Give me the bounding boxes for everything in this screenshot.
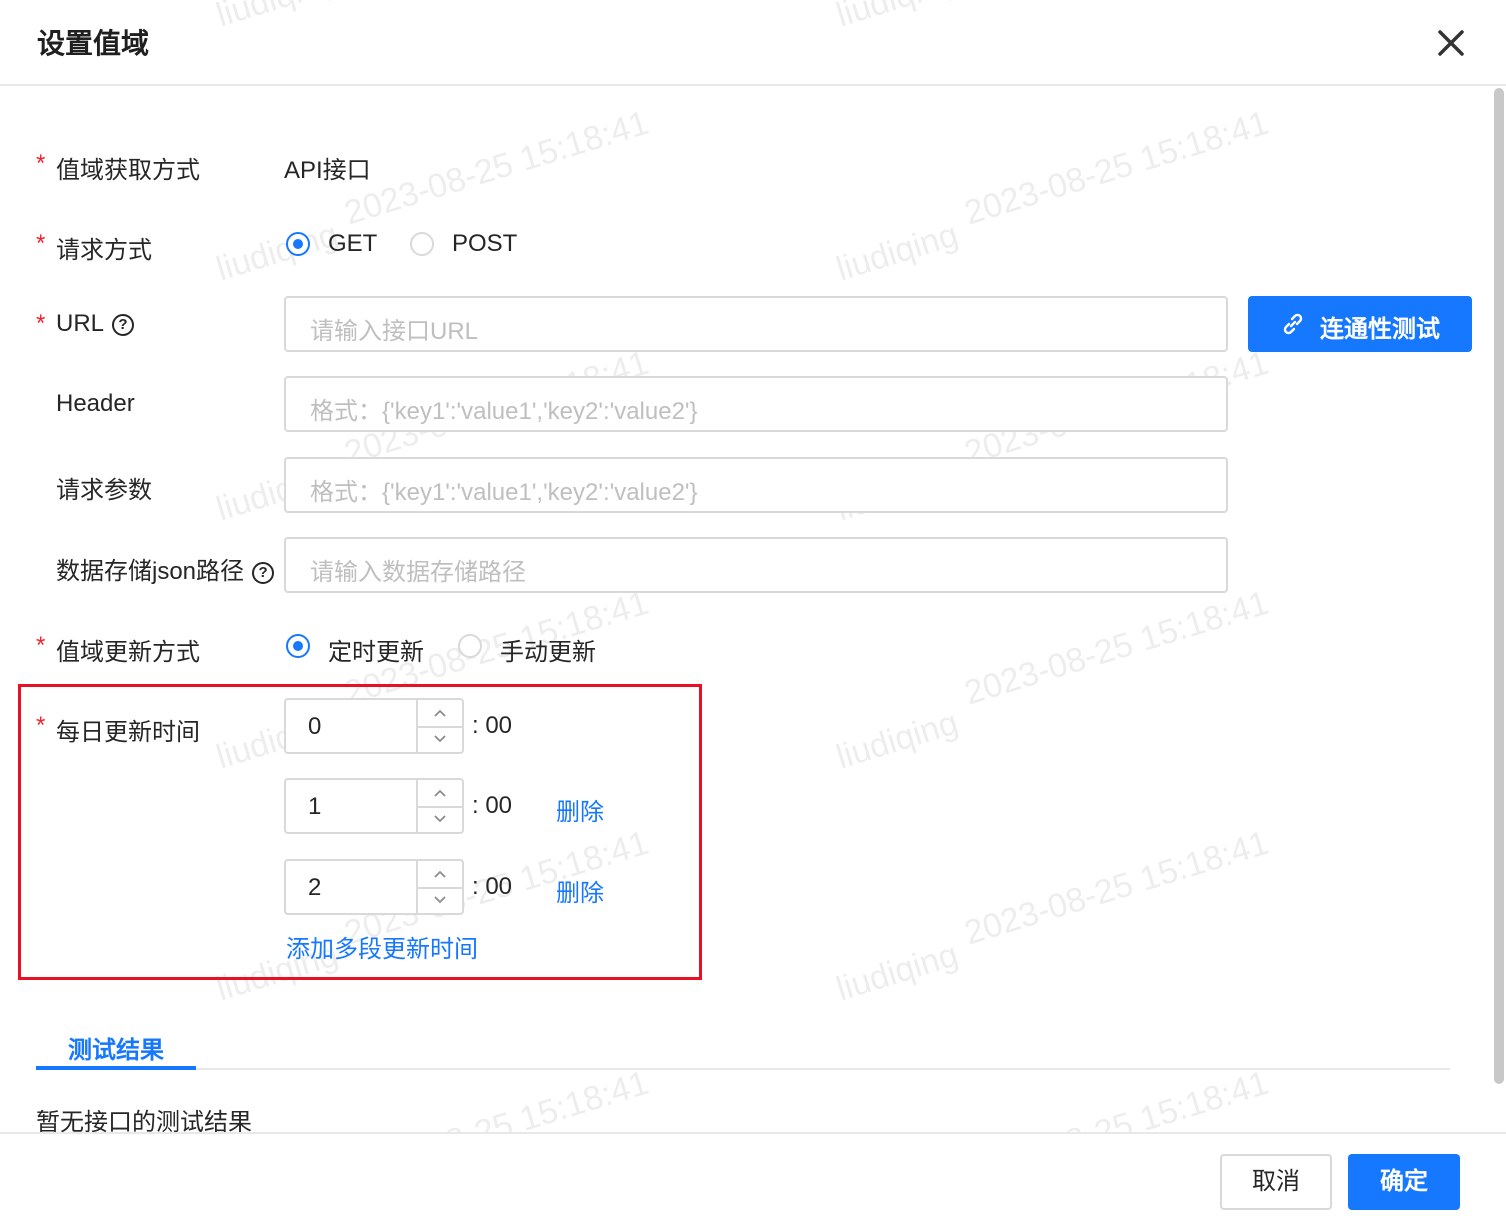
stepper-handle xyxy=(416,780,462,832)
watermark-text: liudiqing xyxy=(212,215,343,289)
link-icon xyxy=(1283,313,1303,335)
connectivity-test-label: 连通性测试 xyxy=(1320,316,1440,343)
watermark-text: liudiqing xyxy=(832,703,963,777)
radio-manual[interactable] xyxy=(458,634,482,658)
required-mark: * xyxy=(36,632,46,659)
source-value: API接口 xyxy=(284,157,371,184)
chevron-down-icon[interactable] xyxy=(418,806,462,832)
connectivity-test-button[interactable]: 连通性测试 xyxy=(1248,296,1472,352)
minute-suffix: : 00 xyxy=(472,712,513,739)
watermark-text: liudiqing xyxy=(832,215,963,289)
cancel-button[interactable]: 取消 xyxy=(1220,1154,1332,1210)
params-placeholder: 格式：{'key1':'value1','key2':'value2'} xyxy=(310,479,698,506)
delete-link[interactable]: 删除 xyxy=(556,873,604,908)
watermark-text: 2023-08-25 15:18:41 xyxy=(340,103,654,233)
minute-suffix: : 00 xyxy=(472,873,513,900)
radio-scheduled[interactable] xyxy=(286,634,310,658)
chevron-down-icon[interactable] xyxy=(418,887,462,913)
url-placeholder: 请输入接口URL xyxy=(310,318,479,345)
required-mark: * xyxy=(36,150,46,177)
update-time-label: 每日更新时间 xyxy=(56,719,200,746)
ok-button[interactable]: 确定 xyxy=(1348,1154,1460,1210)
tab-test-result-label: 测试结果 xyxy=(68,1037,164,1064)
json-path-label: 数据存储json路径? xyxy=(56,551,275,586)
hour-value[interactable]: 2 xyxy=(308,874,321,902)
question-circle-icon[interactable]: ? xyxy=(252,562,275,584)
url-label: URL? xyxy=(56,310,135,338)
add-update-time-link[interactable]: 添加多段更新时间 xyxy=(286,929,478,964)
radio-get[interactable] xyxy=(286,232,310,256)
required-mark: * xyxy=(36,230,46,257)
watermark-text: liudiqing xyxy=(832,935,963,1009)
watermark-text: 2023-08-25 15:18:41 xyxy=(960,823,1274,953)
dialog-header: 设置值域 xyxy=(0,0,1506,86)
hour-stepper[interactable]: 1 xyxy=(284,778,464,834)
chevron-up-icon[interactable] xyxy=(418,780,462,808)
method-label: 请求方式 xyxy=(56,237,152,264)
header-placeholder: 格式：{'key1':'value1','key2':'value2'} xyxy=(310,398,698,425)
tab-test-result[interactable]: 测试结果 xyxy=(36,1028,196,1070)
source-label: 值域获取方式 xyxy=(56,157,200,184)
dialog-title: 设置值域 xyxy=(37,28,150,59)
radio-post-label[interactable]: POST xyxy=(452,230,517,258)
params-label: 请求参数 xyxy=(56,477,152,504)
radio-post[interactable] xyxy=(410,232,434,256)
json-path-placeholder: 请输入数据存储路径 xyxy=(310,559,526,586)
radio-get-label[interactable]: GET xyxy=(328,230,377,258)
params-input[interactable]: 格式：{'key1':'value1','key2':'value2'} xyxy=(284,457,1228,513)
stepper-handle xyxy=(416,700,462,752)
stepper-handle xyxy=(416,861,462,913)
close-icon[interactable] xyxy=(1432,24,1470,62)
header-input[interactable]: 格式：{'key1':'value1','key2':'value2'} xyxy=(284,376,1228,432)
chevron-up-icon[interactable] xyxy=(418,700,462,728)
chevron-up-icon[interactable] xyxy=(418,861,462,889)
delete-link[interactable]: 删除 xyxy=(556,792,604,827)
minute-suffix: : 00 xyxy=(472,792,513,819)
hour-stepper[interactable]: 0 xyxy=(284,698,464,754)
hour-stepper[interactable]: 2 xyxy=(284,859,464,915)
chevron-down-icon[interactable] xyxy=(418,726,462,752)
scrollbar-thumb[interactable] xyxy=(1494,88,1504,1084)
required-mark: * xyxy=(36,712,46,739)
watermark-text: 2023-08-25 15:18:41 xyxy=(960,583,1274,713)
radio-manual-label[interactable]: 手动更新 xyxy=(500,632,596,667)
url-label-text: URL xyxy=(56,310,105,337)
update-mode-label: 值域更新方式 xyxy=(56,639,200,666)
hour-value[interactable]: 0 xyxy=(308,713,321,741)
tab-divider xyxy=(36,1068,1450,1070)
question-circle-icon[interactable]: ? xyxy=(112,314,135,336)
json-path-input[interactable]: 请输入数据存储路径 xyxy=(284,537,1228,593)
url-input[interactable]: 请输入接口URL xyxy=(284,296,1228,352)
watermark-text: 2023-08-25 15:18:41 xyxy=(960,103,1274,233)
required-mark: * xyxy=(36,310,46,337)
json-path-label-text: 数据存储json路径 xyxy=(56,558,245,585)
radio-scheduled-label[interactable]: 定时更新 xyxy=(328,632,424,667)
header-label: Header xyxy=(56,390,135,417)
hour-value[interactable]: 1 xyxy=(308,793,321,821)
tab-ink-bar xyxy=(36,1066,196,1070)
